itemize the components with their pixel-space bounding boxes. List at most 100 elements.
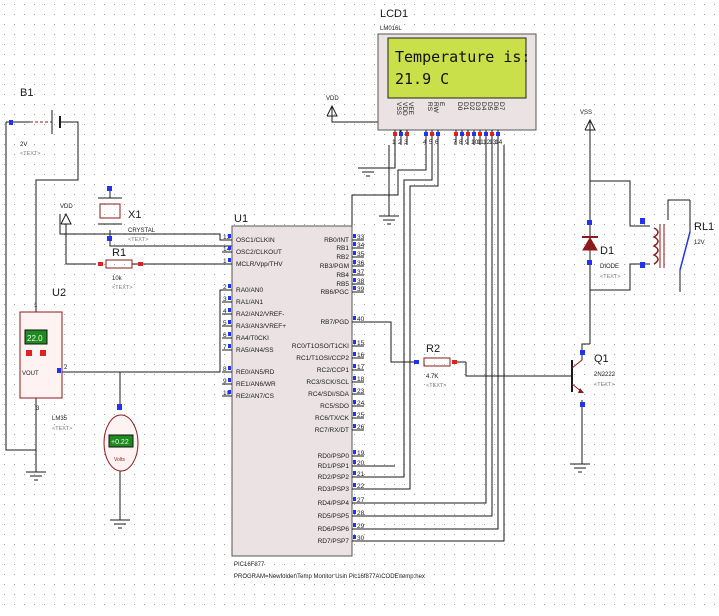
mcu-pin-number: 4 <box>223 308 227 315</box>
pin-marker <box>353 242 356 246</box>
pin-marker <box>353 352 356 356</box>
pin-marker <box>353 278 356 282</box>
lcd-pin-name: D7 <box>498 102 505 111</box>
battery-ref: B1 <box>20 87 33 99</box>
mcu-pin-number: 7 <box>223 344 227 351</box>
mcu-pin-number: 1 <box>223 258 227 265</box>
sensor-down-button[interactable] <box>26 350 32 356</box>
pin-marker <box>405 132 409 136</box>
sensor-model: LM35 <box>52 416 68 422</box>
lcd-pin-name: VEE <box>407 102 414 116</box>
lcd-pin-number: 4 <box>423 139 427 146</box>
lcd-pin-number: 5 <box>429 139 433 146</box>
mcu-pin-name: RA2/AN2/VREF- <box>236 311 284 318</box>
mcu-pin-name: RD2/PSP2 <box>318 474 350 481</box>
pin-marker <box>353 450 356 454</box>
q1-ref: Q1 <box>594 353 609 365</box>
lcd-pin-name: D3 <box>474 102 481 111</box>
pin-marker <box>228 258 231 262</box>
mcu-pin-number: 6 <box>223 332 227 339</box>
mcu-pin-name: RB5 <box>336 281 349 288</box>
vss-label: VSS <box>580 110 592 116</box>
mcu-pin-name: RA3/AN3/VREF+ <box>236 323 286 330</box>
lcd-pin-number: 3 <box>404 139 408 146</box>
lcd-line1: Temperature is: <box>395 48 530 66</box>
sensor-up-button[interactable] <box>40 350 46 356</box>
mcu-pin-name: RE0/AN5/RD <box>236 369 275 376</box>
pin-marker <box>353 286 356 290</box>
r1-text: <TEXT> <box>112 285 132 291</box>
sensor-ref: U2 <box>52 287 66 299</box>
crystal-text: <TEXT> <box>128 237 148 243</box>
pin-marker <box>353 460 356 464</box>
mcu-pin-name: RB0/INT <box>324 237 349 244</box>
pin-marker <box>228 344 231 348</box>
mcu-pin-name: RC6/TX/CK <box>315 415 350 422</box>
pin-marker <box>117 404 122 410</box>
pin-marker <box>353 497 356 501</box>
mcu-pin-number: 9 <box>223 378 227 385</box>
pin-marker <box>460 132 464 136</box>
pin-marker <box>353 234 356 238</box>
pin-marker <box>228 234 231 238</box>
rl1-ref: RL1 <box>694 221 714 233</box>
pin-marker <box>107 236 112 241</box>
pin-marker <box>353 251 356 255</box>
mcu-pin-number: 20 <box>357 460 365 467</box>
lcd-pin-number: 7 <box>453 139 457 146</box>
mcu-pin-number: 29 <box>357 523 365 530</box>
pin-marker <box>353 388 356 392</box>
mcu-pin-name: OSC1/CLKIN <box>236 237 275 244</box>
mcu-pin-name: RD6/PSP6 <box>318 526 350 533</box>
mcu-pin-number: 2 <box>223 284 227 291</box>
lcd-pin-number: 6 <box>435 139 439 146</box>
mcu-pin-name: RC2/CCP1 <box>317 367 350 374</box>
lcd-pin-name: RW <box>432 102 439 114</box>
lcd-ref: LCD1 <box>380 8 408 20</box>
mcu-pin-name: RA4/T0CKI <box>236 335 269 342</box>
d1-value: DIODE <box>600 264 619 270</box>
mcu-pin-number: 3 <box>223 296 227 303</box>
mcu-pin-name: RA5/AN4/SS <box>236 347 274 354</box>
pin-marker <box>353 483 356 487</box>
battery-text: <TEXT> <box>20 151 40 157</box>
mcu-pin-number: 27 <box>357 497 365 504</box>
r1-ref: R1 <box>112 247 126 259</box>
pin-marker <box>228 308 231 312</box>
mcu-pin-number: 37 <box>357 269 365 276</box>
mcu-pin-number: 36 <box>357 260 365 267</box>
mcu-pin-number: 16 <box>357 352 365 359</box>
crystal-ref: X1 <box>128 209 141 221</box>
pin-marker <box>424 132 428 136</box>
mcu-pin-name: RB3/PGM <box>320 263 349 270</box>
mcu-pin-name: MCLR/Vpp/THV <box>236 261 283 268</box>
pin-marker <box>478 132 482 136</box>
mcu-pin-name: RD7/PSP7 <box>318 538 350 545</box>
pin-marker <box>228 246 231 250</box>
pin-marker <box>452 360 457 364</box>
pin-marker <box>587 220 592 225</box>
lcd-pin-name: D4 <box>480 102 487 111</box>
mcu-pin-name: RD1/PSP1 <box>318 463 350 470</box>
mcu-pin-name: RB6/PGC <box>320 289 349 296</box>
lcd-screen <box>387 37 527 99</box>
mcu-pin-name: RD5/PSP5 <box>318 513 350 520</box>
q1-text: <TEXT> <box>594 382 614 388</box>
pin-marker <box>353 471 356 475</box>
lcd-pin-number: 9 <box>465 139 469 146</box>
pin-marker <box>228 378 231 382</box>
mcu-pin-number: 8 <box>223 366 227 373</box>
mcu-pin-number: 5 <box>223 320 227 327</box>
mcu-pin-number: 22 <box>357 483 365 490</box>
schematic-canvas[interactable]: VDD VDD VSS B1 2V <TEXT> X1 CRYSTAL <TEX… <box>0 0 719 611</box>
sensor-out-label: VOUT <box>22 371 39 377</box>
mcu-pin-name: RC4/SDI/SDA <box>308 391 349 398</box>
voltmeter-unit: Volts <box>114 457 125 463</box>
pin-marker <box>472 132 476 136</box>
pin-marker <box>228 332 231 336</box>
mcu-pin-name: RE2/AN7/CS <box>236 393 275 400</box>
pin-marker <box>496 132 500 136</box>
mcu-pin-number: 25 <box>357 412 365 419</box>
d1-text: <TEXT> <box>600 274 620 280</box>
pin-marker <box>98 262 103 266</box>
